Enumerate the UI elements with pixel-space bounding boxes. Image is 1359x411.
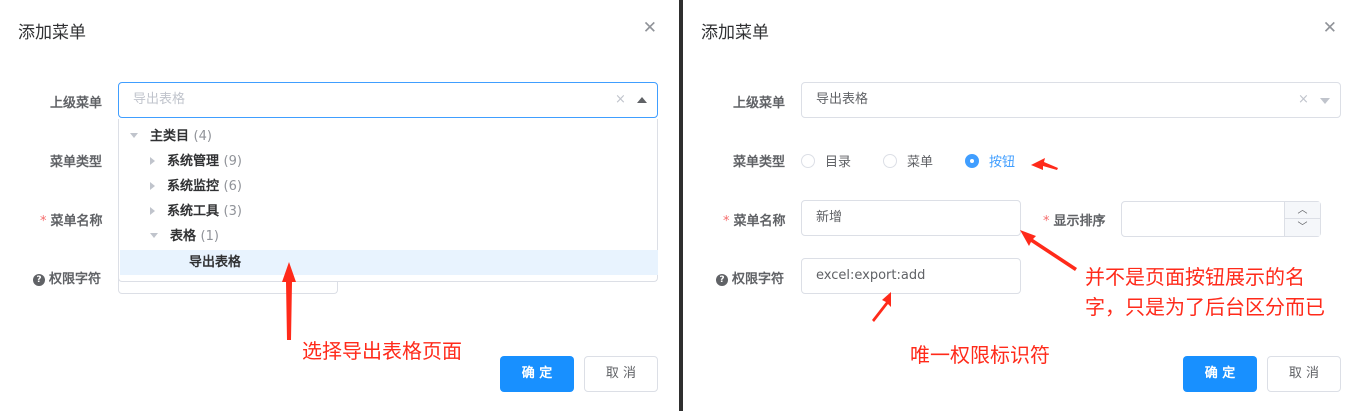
arrow-to-name-input xyxy=(1020,230,1077,271)
arrow-to-export-node xyxy=(282,262,296,340)
arrow-to-button-radio xyxy=(1031,158,1058,170)
annotation-arrows xyxy=(282,158,1077,340)
arrow-to-perm-input xyxy=(872,292,891,322)
